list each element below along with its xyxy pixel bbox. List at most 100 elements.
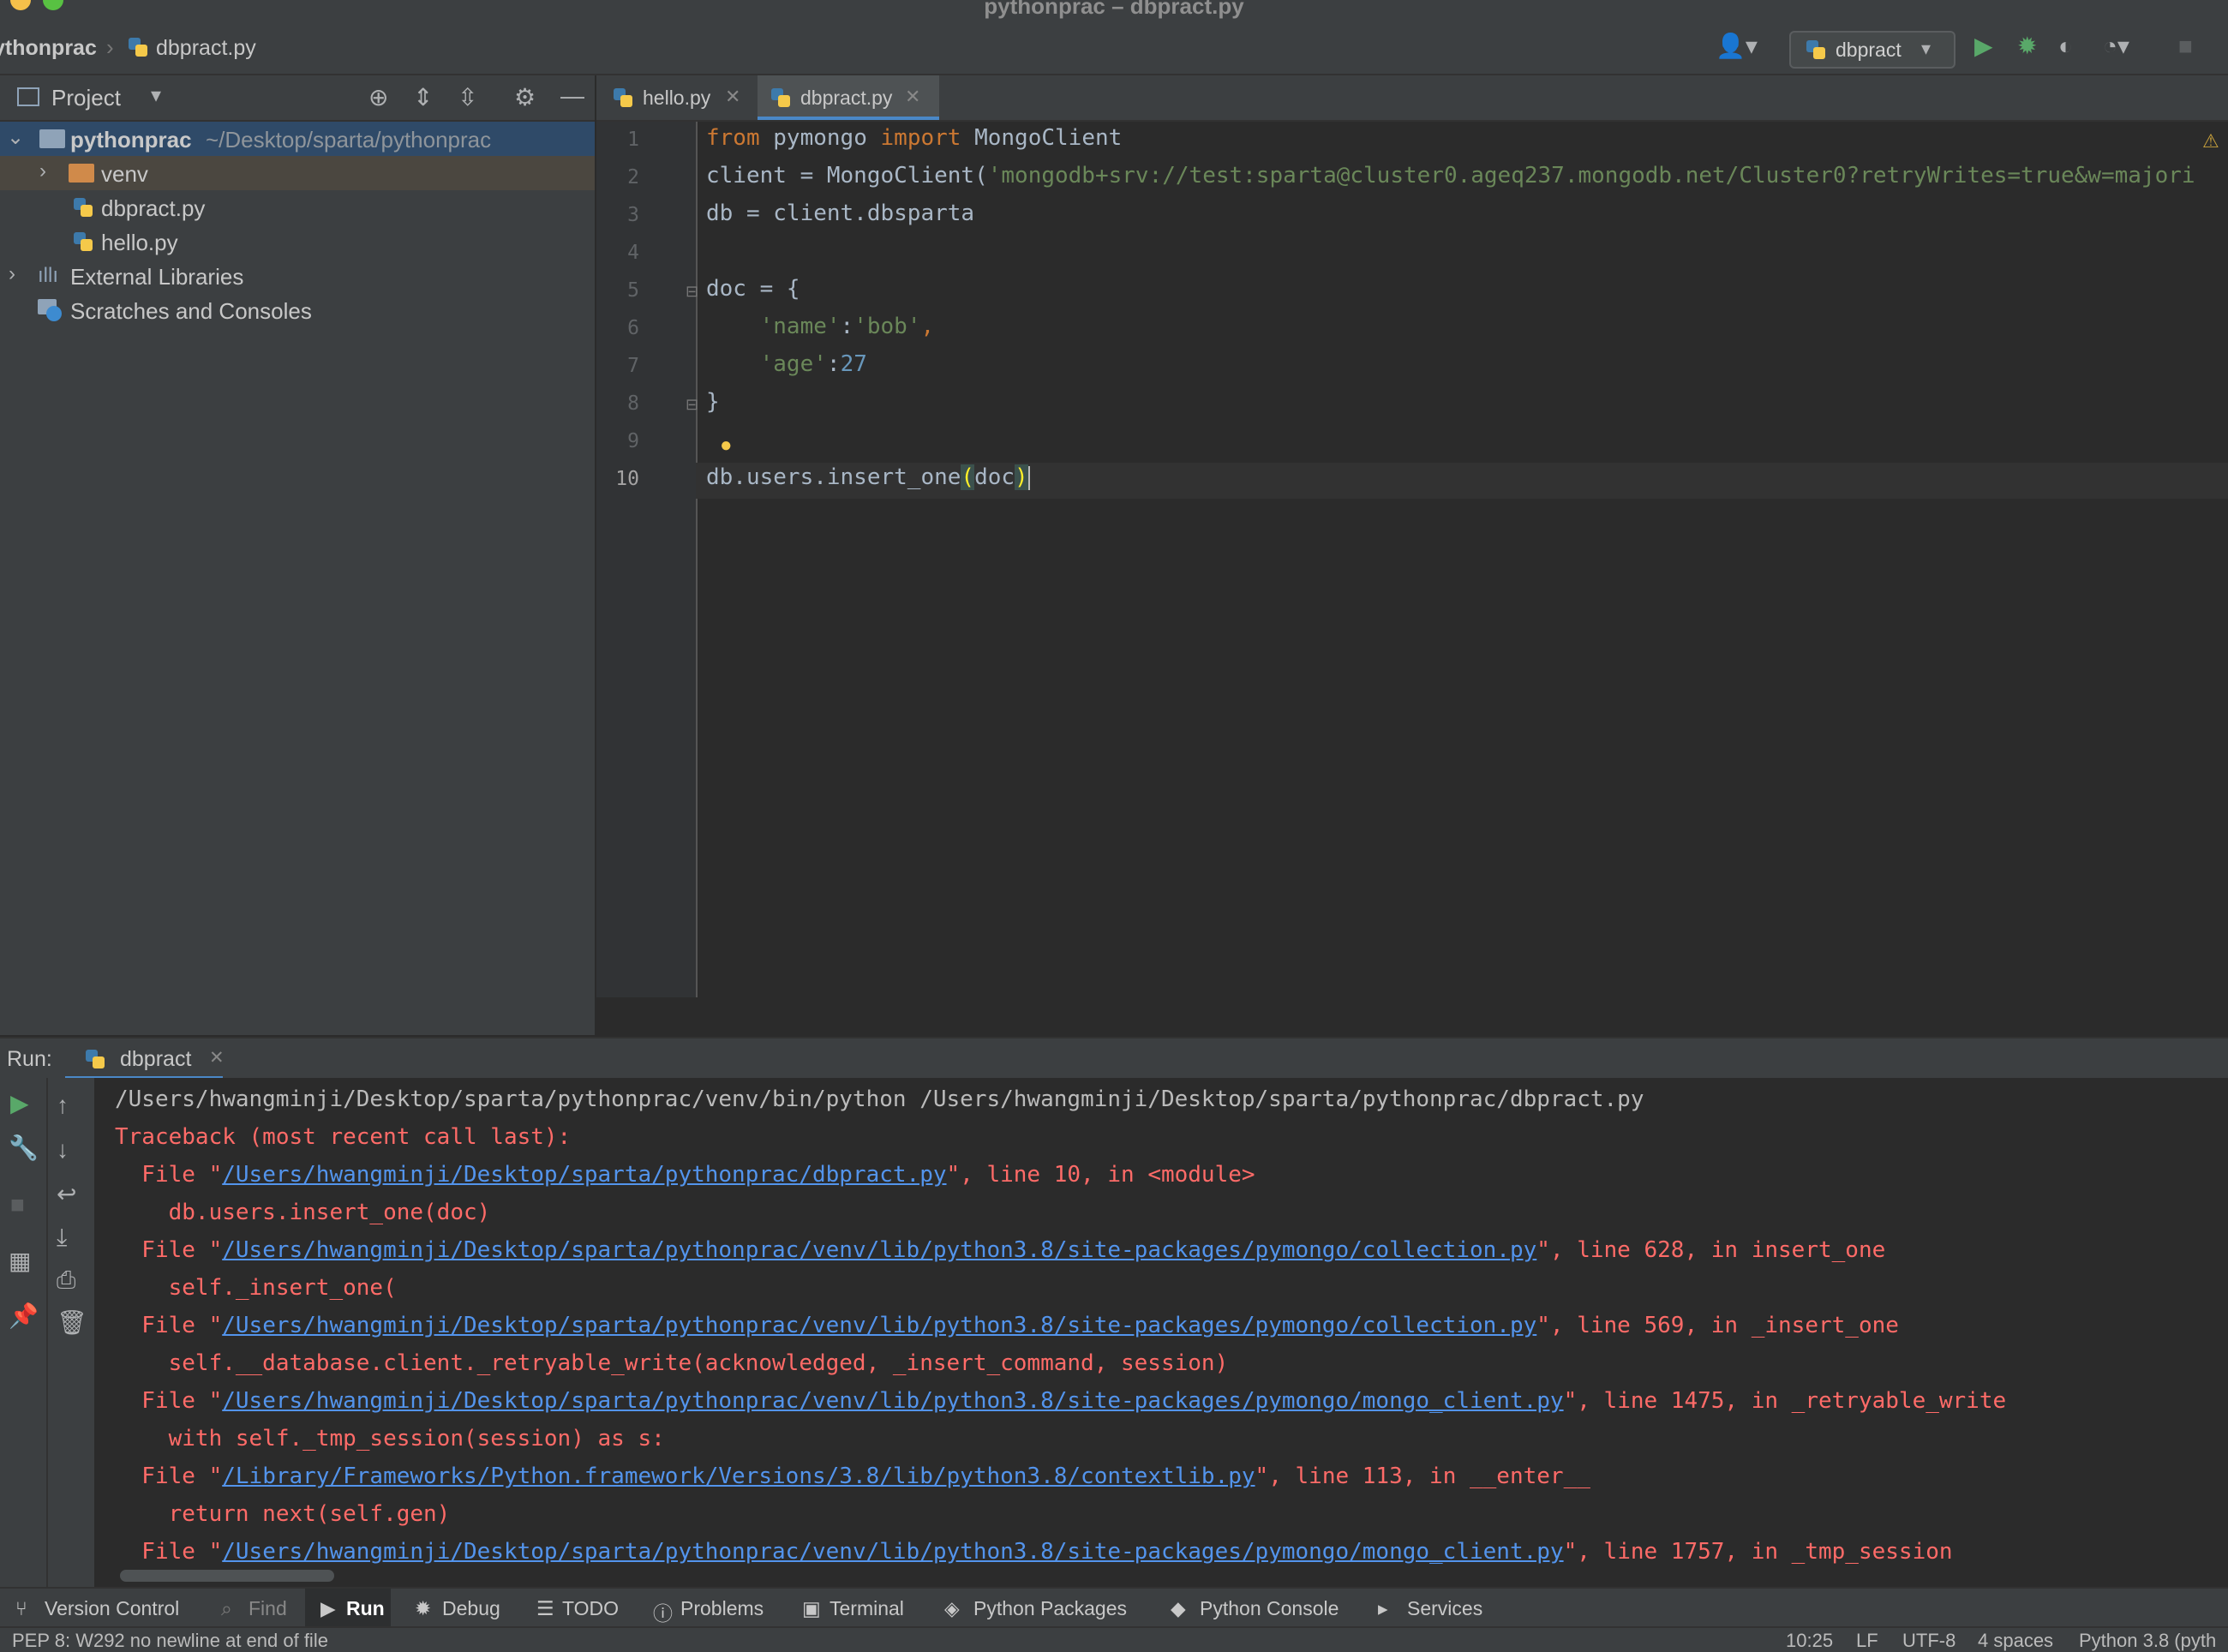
python-config-icon bbox=[1806, 40, 1825, 59]
code-line-3: db = client.dbsparta bbox=[706, 201, 975, 226]
fold-icon[interactable]: ⊟ bbox=[686, 396, 698, 414]
console-text: File " bbox=[115, 1539, 223, 1565]
locate-file-icon[interactable]: ⊕ bbox=[368, 86, 388, 110]
editor-tab-bar: hello.py ✕ dbpract.py ✕ bbox=[596, 75, 2228, 122]
file-link[interactable]: /Users/hwangminji/Desktop/sparta/pythonp… bbox=[222, 1313, 1536, 1338]
tab-problems[interactable]: Problems bbox=[680, 1597, 764, 1620]
profile-icon[interactable]: ◔▾ bbox=[2103, 34, 2129, 58]
tree-item-label: hello.py bbox=[101, 230, 178, 255]
code-number: 27 bbox=[840, 351, 867, 377]
python-console-icon: ◆ bbox=[1171, 1597, 1186, 1619]
bug-icon: ✹ bbox=[415, 1597, 432, 1619]
line-ending[interactable]: LF bbox=[1856, 1630, 1878, 1652]
tab-todo[interactable]: TODO bbox=[562, 1597, 619, 1620]
file-link[interactable]: /Users/hwangminji/Desktop/sparta/pythonp… bbox=[222, 1539, 1563, 1565]
chevron-down-icon[interactable]: ▾ bbox=[151, 83, 161, 108]
collapse-all-icon[interactable]: ⇳ bbox=[458, 86, 477, 110]
coverage-icon[interactable]: ◐ bbox=[2058, 34, 2073, 58]
tab-find[interactable]: Find bbox=[249, 1597, 287, 1620]
layout-icon[interactable]: ▦ bbox=[9, 1249, 31, 1273]
console-text: ", line 113, in __enter__ bbox=[1255, 1463, 1590, 1489]
scroll-to-end-icon[interactable]: ⤓ bbox=[57, 1225, 67, 1249]
file-encoding[interactable]: UTF-8 bbox=[1902, 1630, 1955, 1652]
line-number: 6 bbox=[627, 317, 639, 339]
tab-run[interactable]: Run bbox=[346, 1597, 385, 1620]
account-icon[interactable]: 👤▾ bbox=[1716, 34, 1758, 58]
tree-item-scratches[interactable]: Scratches and Consoles bbox=[0, 293, 595, 327]
file-link[interactable]: /Library/Frameworks/Python.framework/Ver… bbox=[222, 1463, 1255, 1489]
code-line-6: 'name':'bob', bbox=[706, 314, 935, 339]
debug-icon[interactable]: ✹ bbox=[2017, 34, 2037, 58]
print-icon[interactable]: ⎙ bbox=[57, 1268, 75, 1292]
console-line-file: File "/Users/hwangminji/Desktop/sparta/p… bbox=[115, 1539, 1952, 1565]
console-text: File " bbox=[115, 1237, 223, 1263]
tree-item-dbpract[interactable]: dbpract.py bbox=[0, 190, 595, 224]
python-file-icon bbox=[86, 1050, 105, 1068]
info-icon: ⓘ bbox=[653, 1602, 673, 1625]
console-line-file: File "/Users/hwangminji/Desktop/sparta/p… bbox=[115, 1388, 2006, 1414]
python-interpreter[interactable]: Python 3.8 (pyth bbox=[2079, 1630, 2216, 1652]
wrench-icon[interactable]: 🔧 bbox=[9, 1136, 39, 1160]
python-file-icon bbox=[74, 198, 93, 217]
stop-icon[interactable]: ■ bbox=[10, 1193, 25, 1217]
lightbulb-icon[interactable]: ● bbox=[720, 434, 733, 458]
chevron-right-icon[interactable]: › bbox=[9, 262, 15, 286]
stop-icon[interactable]: ■ bbox=[2178, 34, 2193, 58]
arrow-down-icon[interactable]: ↓ bbox=[57, 1138, 69, 1162]
tree-item-label: External Libraries bbox=[70, 264, 244, 290]
project-tree: ⌄ pythonprac ~/Desktop/sparta/pythonprac… bbox=[0, 122, 595, 1035]
tab-services[interactable]: Services bbox=[1407, 1597, 1482, 1620]
trash-icon[interactable]: 🗑 bbox=[57, 1311, 87, 1335]
run-configuration-selector[interactable]: dbpract ▾ bbox=[1789, 31, 1955, 69]
hide-panel-icon[interactable]: — bbox=[560, 84, 584, 108]
tab-terminal[interactable]: Terminal bbox=[830, 1597, 904, 1620]
close-icon[interactable]: ✕ bbox=[905, 86, 920, 108]
tab-hello-py[interactable]: hello.py ✕ bbox=[596, 75, 754, 120]
caret-position[interactable]: 10:25 bbox=[1786, 1630, 1833, 1652]
expand-all-icon[interactable]: ⇕ bbox=[413, 86, 433, 110]
code-line-2: client = MongoClient('mongodb+srv://test… bbox=[706, 163, 2195, 189]
console-text: ", line 569, in _insert_one bbox=[1536, 1313, 1899, 1338]
tree-item-venv[interactable]: › venv bbox=[0, 156, 595, 190]
soft-wrap-icon[interactable]: ↩ bbox=[57, 1182, 76, 1206]
tab-debug[interactable]: Debug bbox=[442, 1597, 500, 1620]
tab-python-packages[interactable]: Python Packages bbox=[973, 1597, 1127, 1620]
code-keyword: import bbox=[880, 125, 961, 151]
pin-icon[interactable]: 📌 bbox=[9, 1304, 39, 1328]
tab-label: dbpract.py bbox=[800, 87, 893, 109]
close-icon[interactable]: ✕ bbox=[209, 1047, 225, 1068]
file-link[interactable]: /Users/hwangminji/Desktop/sparta/pythonp… bbox=[222, 1388, 1563, 1414]
close-icon[interactable]: ✕ bbox=[725, 86, 740, 108]
tab-python-console[interactable]: Python Console bbox=[1200, 1597, 1339, 1620]
run-tab-label: dbpract bbox=[120, 1047, 192, 1071]
tree-item-pythonprac[interactable]: ⌄ pythonprac ~/Desktop/sparta/pythonprac bbox=[0, 122, 595, 156]
tab-version-control[interactable]: Version Control bbox=[45, 1597, 179, 1620]
tree-item-external-libraries[interactable]: › ıllı External Libraries bbox=[0, 259, 595, 293]
breadcrumb-file[interactable]: dbpract.py bbox=[156, 36, 256, 61]
project-panel-title[interactable]: Project bbox=[51, 85, 121, 111]
run-icon[interactable]: ▶ bbox=[1974, 34, 1993, 58]
arrow-up-icon[interactable]: ↑ bbox=[57, 1093, 69, 1117]
project-panel-header: Project ▾ ⊕ ⇕ ⇳ ⚙ — bbox=[0, 75, 595, 122]
rerun-icon[interactable]: ▶ bbox=[10, 1092, 29, 1116]
code-string: 'mongodb+srv://test:sparta@cluster0.ageq… bbox=[987, 163, 2195, 189]
file-link[interactable]: /Users/hwangminji/Desktop/sparta/pythonp… bbox=[222, 1237, 1536, 1263]
code-text: : bbox=[826, 351, 841, 377]
horizontal-scrollbar-track[interactable] bbox=[94, 1565, 2228, 1587]
line-number: 3 bbox=[627, 204, 639, 226]
fold-icon[interactable]: ⊟ bbox=[686, 283, 698, 301]
warning-icon[interactable]: ⚠ bbox=[2202, 130, 2219, 153]
gear-icon[interactable]: ⚙ bbox=[514, 86, 536, 110]
file-link[interactable]: /Users/hwangminji/Desktop/sparta/pythonp… bbox=[222, 1162, 946, 1188]
tab-dbpract-py[interactable]: dbpract.py ✕ bbox=[758, 75, 939, 120]
code-editor[interactable] bbox=[596, 122, 2228, 997]
indent-setting[interactable]: 4 spaces bbox=[1978, 1630, 2053, 1652]
horizontal-scrollbar-thumb[interactable] bbox=[120, 1570, 334, 1582]
breadcrumb-project[interactable]: ythonprac bbox=[0, 36, 97, 61]
chevron-down-icon[interactable]: ⌄ bbox=[7, 125, 24, 150]
tree-item-hello[interactable]: hello.py bbox=[0, 224, 595, 259]
code-text: MongoClient bbox=[961, 125, 1123, 151]
code-text: db.users.insert_one bbox=[706, 464, 961, 490]
tab-run-dbpract[interactable]: dbpract ✕ bbox=[65, 1038, 225, 1080]
chevron-right-icon[interactable]: › bbox=[39, 159, 46, 183]
